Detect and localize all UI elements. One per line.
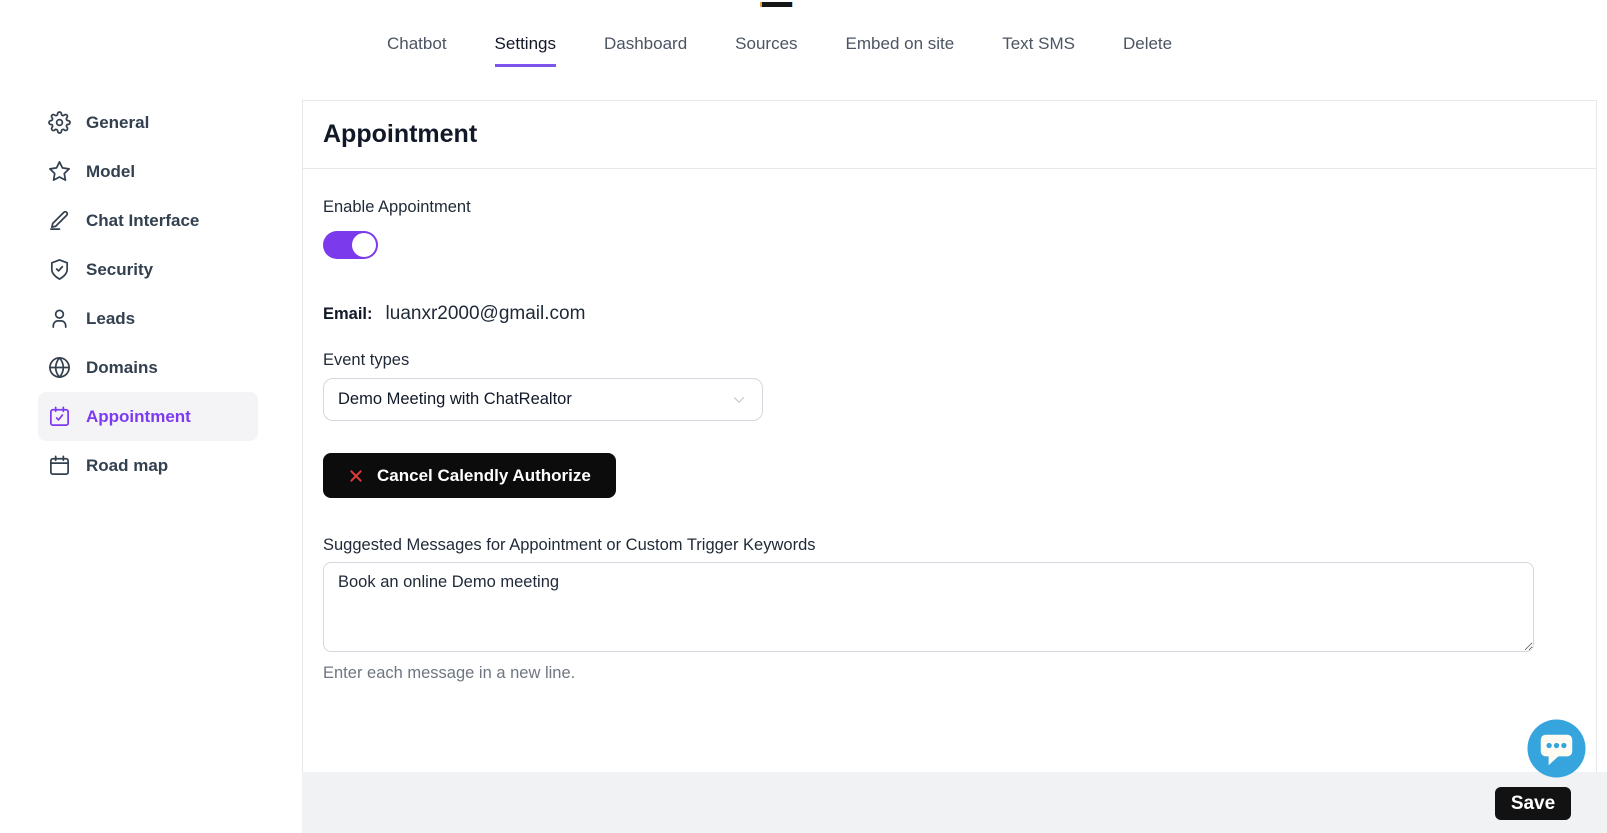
cancel-calendly-authorize-button[interactable]: Cancel Calendly Authorize: [323, 453, 616, 498]
user-icon: [48, 307, 71, 330]
tab-embed-on-site[interactable]: Embed on site: [846, 34, 955, 67]
panel-header: Appointment: [303, 101, 1596, 169]
top-navigation: Chatbot Settings Dashboard Sources Embed…: [387, 34, 1172, 67]
suggested-messages-label: Suggested Messages for Appointment or Cu…: [323, 536, 1576, 555]
page-title: Appointment: [323, 120, 477, 149]
x-icon: [348, 468, 364, 484]
save-button[interactable]: Save: [1495, 787, 1571, 820]
chevron-down-icon: [730, 391, 748, 409]
event-types-select[interactable]: Demo Meeting with ChatRealtor: [323, 378, 763, 421]
top-dash-artifact: [760, 2, 793, 7]
sidebar-item-label: General: [86, 113, 149, 133]
tab-chatbot[interactable]: Chatbot: [387, 34, 447, 67]
sidebar-item-leads[interactable]: Leads: [38, 294, 258, 343]
sidebar-item-model[interactable]: Model: [38, 147, 258, 196]
calendar-check-icon: [48, 405, 71, 428]
sidebar-item-label: Security: [86, 260, 153, 280]
shield-check-icon: [48, 258, 71, 281]
sidebar-item-label: Domains: [86, 358, 158, 378]
panel-body: Enable Appointment Email: luanxr2000@gma…: [303, 198, 1596, 683]
tab-settings[interactable]: Settings: [495, 34, 556, 67]
enable-appointment-label: Enable Appointment: [323, 198, 1576, 217]
chat-widget-launcher[interactable]: [1527, 719, 1586, 778]
tab-sources[interactable]: Sources: [735, 34, 797, 67]
appointment-settings-panel: Appointment Enable Appointment Email: lu…: [302, 100, 1597, 772]
pencil-icon: [48, 209, 71, 232]
sidebar-item-label: Chat Interface: [86, 211, 199, 231]
tab-text-sms[interactable]: Text SMS: [1002, 34, 1075, 67]
sidebar-item-label: Road map: [86, 456, 168, 476]
sidebar-item-label: Model: [86, 162, 135, 182]
sidebar-item-security[interactable]: Security: [38, 245, 258, 294]
sidebar-item-road-map[interactable]: Road map: [38, 441, 258, 490]
email-label: Email:: [323, 305, 373, 324]
calendar-icon: [48, 454, 71, 477]
tab-delete[interactable]: Delete: [1123, 34, 1172, 67]
star-icon: [48, 160, 71, 183]
enable-appointment-toggle[interactable]: [323, 231, 378, 259]
panel-footer: Save: [302, 772, 1607, 833]
settings-sidebar: General Model Chat Interface Security Le…: [38, 98, 258, 490]
sidebar-item-chat-interface[interactable]: Chat Interface: [38, 196, 258, 245]
chat-bubble-icon: [1527, 719, 1586, 778]
sidebar-item-label: Leads: [86, 309, 135, 329]
sidebar-item-general[interactable]: General: [38, 98, 258, 147]
email-value: luanxr2000@gmail.com: [386, 303, 586, 325]
sidebar-item-label: Appointment: [86, 407, 191, 427]
event-types-selected-value: Demo Meeting with ChatRealtor: [338, 390, 730, 409]
sidebar-item-domains[interactable]: Domains: [38, 343, 258, 392]
cancel-calendly-authorize-label: Cancel Calendly Authorize: [377, 466, 591, 486]
gear-icon: [48, 111, 71, 134]
tab-dashboard[interactable]: Dashboard: [604, 34, 687, 67]
globe-icon: [48, 356, 71, 379]
suggested-messages-hint: Enter each message in a new line.: [323, 664, 1576, 683]
email-row: Email: luanxr2000@gmail.com: [323, 303, 1576, 325]
sidebar-item-appointment[interactable]: Appointment: [38, 392, 258, 441]
event-types-label: Event types: [323, 351, 1576, 370]
toggle-knob: [352, 233, 376, 257]
suggested-messages-textarea[interactable]: Book an online Demo meeting: [323, 562, 1534, 652]
